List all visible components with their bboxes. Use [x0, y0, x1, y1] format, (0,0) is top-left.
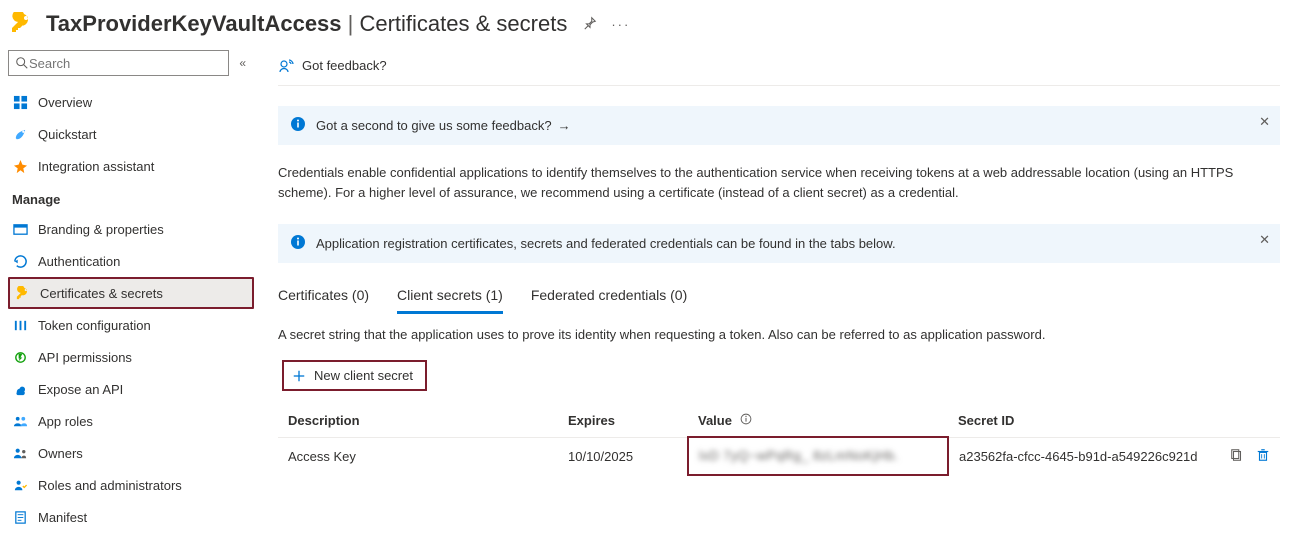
sidebar: « Overview Quickstart Integration assist… [0, 46, 254, 553]
sidebar-item-label: Roles and administrators [38, 478, 182, 493]
search-input[interactable] [29, 56, 222, 71]
sidebar-heading-manage: Manage [8, 182, 254, 213]
sidebar-item-label: Manifest [38, 510, 87, 525]
sidebar-item-label: Integration assistant [38, 159, 154, 174]
tab-client-secrets[interactable]: Client secrets (1) [397, 281, 503, 314]
sidebar-item-quickstart[interactable]: Quickstart [8, 118, 254, 150]
sidebar-item-label: Expose an API [38, 382, 123, 397]
search-icon [15, 56, 29, 70]
delete-icon[interactable] [1256, 448, 1270, 465]
close-icon[interactable]: ✕ [1259, 232, 1270, 248]
sidebar-item-label: Owners [38, 446, 83, 461]
more-icon[interactable]: ··· [611, 17, 630, 32]
feedback-banner: Got a second to give us some feedback? →… [278, 106, 1280, 145]
sidebar-item-app-roles[interactable]: App roles [8, 405, 254, 437]
banner-text: Application registration certificates, s… [316, 236, 896, 251]
cell-expires: 10/10/2025 [558, 437, 688, 475]
col-secret-id: Secret ID [948, 405, 1220, 437]
manifest-icon [12, 509, 28, 525]
cell-description: Access Key [278, 437, 558, 475]
page-title: TaxProviderKeyVaultAccess | Certificates… [46, 11, 567, 37]
sidebar-item-label: Quickstart [38, 127, 97, 142]
rolesadmin-icon [12, 477, 28, 493]
title-separator: | [342, 11, 360, 36]
sidebar-item-label: App roles [38, 414, 93, 429]
certs-icon [14, 285, 30, 301]
tab-certificates[interactable]: Certificates (0) [278, 281, 369, 314]
tab-federated-credentials[interactable]: Federated credentials (0) [531, 281, 687, 314]
cell-value: lxD 7yQ~wPqRg_ 8zLmNoKjHb. [688, 437, 948, 475]
search-input-wrapper[interactable] [8, 50, 229, 76]
tabs-info-banner: Application registration certificates, s… [278, 224, 1280, 263]
credentials-description: Credentials enable confidential applicat… [278, 163, 1280, 202]
sidebar-item-overview[interactable]: Overview [8, 86, 254, 118]
expose-icon [12, 381, 28, 397]
info-icon[interactable] [740, 413, 752, 425]
sidebar-item-label: Authentication [38, 254, 120, 269]
tab-description: A secret string that the application use… [278, 327, 1280, 342]
approles-icon [12, 413, 28, 429]
key-icon [8, 10, 36, 38]
new-client-secret-button[interactable]: New client secret [282, 360, 427, 391]
cell-secret-id: a23562fa-cfcc-4645-b91d-a549226c921d [948, 437, 1220, 475]
sidebar-item-label: API permissions [38, 350, 132, 365]
collapse-sidebar-icon[interactable]: « [239, 56, 246, 70]
sidebar-item-token-config[interactable]: Token configuration [8, 309, 254, 341]
info-icon [290, 116, 306, 135]
integration-icon [12, 158, 28, 174]
apiperm-icon [12, 349, 28, 365]
sidebar-item-label: Token configuration [38, 318, 151, 333]
close-icon[interactable]: ✕ [1259, 114, 1270, 130]
new-secret-label: New client secret [314, 368, 413, 383]
quickstart-icon [12, 126, 28, 142]
sidebar-item-api-permissions[interactable]: API permissions [8, 341, 254, 373]
info-icon [290, 234, 306, 253]
sidebar-item-label: Overview [38, 95, 92, 110]
sidebar-item-label: Certificates & secrets [40, 286, 163, 301]
col-expires: Expires [558, 405, 688, 437]
tabs: Certificates (0) Client secrets (1) Fede… [278, 281, 1280, 315]
copy-icon[interactable] [1230, 448, 1244, 465]
page-header: TaxProviderKeyVaultAccess | Certificates… [0, 0, 1304, 46]
sidebar-item-integration[interactable]: Integration assistant [8, 150, 254, 182]
overview-icon [12, 94, 28, 110]
page-subtitle: Certificates & secrets [359, 11, 567, 36]
pin-icon[interactable] [583, 16, 597, 33]
plus-icon [292, 369, 306, 383]
app-name: TaxProviderKeyVaultAccess [46, 11, 342, 36]
feedback-icon [278, 58, 294, 74]
sidebar-item-expose-api[interactable]: Expose an API [8, 373, 254, 405]
sidebar-item-owners[interactable]: Owners [8, 437, 254, 469]
table-row: Access Key 10/10/2025 lxD 7yQ~wPqRg_ 8zL… [278, 437, 1280, 475]
sidebar-item-branding[interactable]: Branding & properties [8, 213, 254, 245]
col-description: Description [278, 405, 558, 437]
sidebar-item-roles-admins[interactable]: Roles and administrators [8, 469, 254, 501]
table-header-row: Description Expires Value Secret ID [278, 405, 1280, 437]
masked-secret-value: lxD 7yQ~wPqRg_ 8zLmNoKjHb. [699, 448, 899, 463]
token-icon [12, 317, 28, 333]
feedback-label: Got feedback? [302, 58, 387, 73]
owners-icon [12, 445, 28, 461]
secrets-table: Description Expires Value Secret ID Acce… [278, 405, 1280, 476]
feedback-link[interactable]: Got feedback? [278, 46, 1280, 86]
main-content: Got feedback? Got a second to give us so… [254, 46, 1304, 553]
col-value: Value [688, 405, 948, 437]
sidebar-item-label: Branding & properties [38, 222, 164, 237]
sidebar-item-authentication[interactable]: Authentication [8, 245, 254, 277]
branding-icon [12, 221, 28, 237]
sidebar-item-certificates-secrets[interactable]: Certificates & secrets [8, 277, 254, 309]
sidebar-item-manifest[interactable]: Manifest [8, 501, 254, 533]
arrow-right-icon[interactable]: → [558, 118, 571, 133]
auth-icon [12, 253, 28, 269]
banner-text: Got a second to give us some feedback? [316, 118, 552, 133]
